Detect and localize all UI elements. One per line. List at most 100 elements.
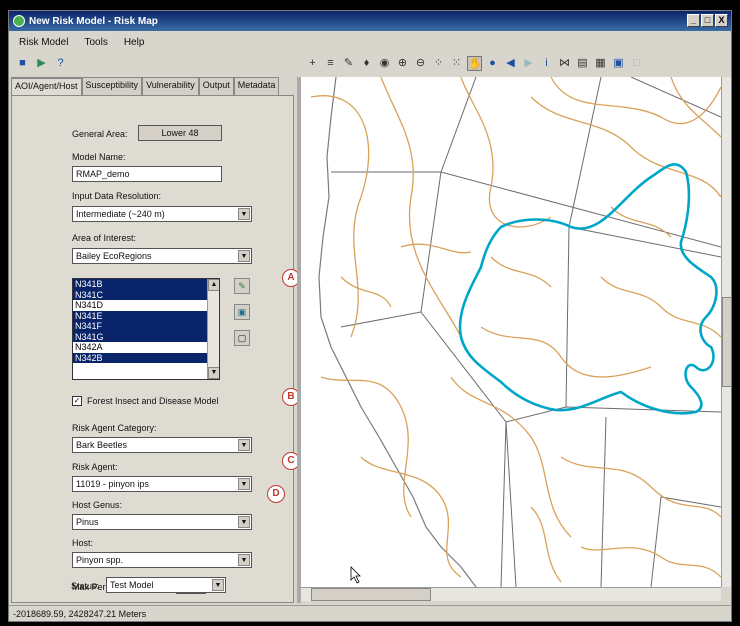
- menu-tools[interactable]: Tools: [84, 37, 107, 48]
- save-icon[interactable]: ■: [15, 56, 30, 71]
- select-on-map-icon[interactable]: ✎: [234, 278, 250, 294]
- list-item[interactable]: N341D: [73, 300, 219, 311]
- select-all-icon[interactable]: ▣: [234, 304, 250, 320]
- run-icon[interactable]: ▶: [34, 56, 49, 71]
- full-extent-icon[interactable]: ●: [485, 56, 500, 71]
- fidm-checkbox[interactable]: ✓: [72, 396, 82, 406]
- host-genus-label: Host Genus:: [72, 500, 123, 510]
- coordinate-readout: -2018689.59, 2428247.21 Meters: [13, 609, 147, 619]
- model-name-input[interactable]: RMAP_demo: [72, 166, 222, 182]
- resolution-select[interactable]: Intermediate (~240 m) ▼: [72, 206, 252, 222]
- crosshair-icon[interactable]: +: [305, 56, 320, 71]
- aoi-item-list: N341B N341C N341D N341E N341F N341G N342A N342B: [73, 279, 219, 363]
- app-icon: [13, 15, 25, 27]
- aoi-value: Bailey EcoRegions: [76, 251, 152, 261]
- host-genus-select[interactable]: Pinus ▼: [72, 514, 252, 530]
- aoi-form: General Area: Lower 48 Model Name: RMAP_…: [11, 95, 294, 603]
- chevron-down-icon[interactable]: ▼: [212, 579, 224, 591]
- risk-agent-select[interactable]: 11019 - pinyon ips ▼: [72, 476, 252, 492]
- model-name-label: Model Name:: [72, 152, 126, 162]
- clear-selection-icon[interactable]: ▢: [234, 330, 250, 346]
- zoom-out-icon[interactable]: ⊖: [413, 56, 428, 71]
- map-horizontal-scroll-thumb[interactable]: [311, 588, 431, 601]
- fidm-checkbox-label: Forest Insect and Disease Model: [87, 396, 219, 406]
- close-button[interactable]: X: [715, 14, 728, 27]
- host-label: Host:: [72, 538, 94, 548]
- fixed-zoom-out-icon[interactable]: ⁙: [449, 56, 464, 71]
- map-view[interactable]: [301, 77, 721, 587]
- list-item[interactable]: N341C: [73, 289, 219, 300]
- agent-category-label: Risk Agent Category:: [72, 423, 157, 433]
- menu-bar: Risk Model Tools Help: [9, 33, 731, 51]
- list-item[interactable]: N341E: [73, 310, 219, 321]
- host-select[interactable]: Pinyon spp. ▼: [72, 552, 252, 568]
- maximize-button[interactable]: □: [701, 14, 714, 27]
- aoi-label: Area of Interest:: [72, 233, 137, 243]
- tab-vulnerability[interactable]: Vulnerability: [142, 77, 199, 95]
- scroll-up-icon[interactable]: ▲: [208, 279, 219, 291]
- forward-icon[interactable]: ▶: [521, 56, 536, 71]
- agent-category-value: Bark Beetles: [76, 440, 128, 450]
- model-panel: AOI/Agent/Host Susceptibility Vulnerabil…: [11, 77, 296, 603]
- list-item[interactable]: N341G: [73, 331, 219, 342]
- table-icon[interactable]: ▦: [593, 56, 608, 71]
- chevron-down-icon[interactable]: ▼: [238, 439, 250, 451]
- host-genus-value: Pinus: [76, 517, 99, 527]
- status-bar: -2018689.59, 2428247.21 Meters: [9, 605, 731, 621]
- measure-icon[interactable]: ⋈: [557, 56, 572, 71]
- globe-search-icon[interactable]: ◉: [377, 56, 392, 71]
- risk-agent-label: Risk Agent:: [72, 462, 118, 472]
- scroll-down-icon[interactable]: ▼: [208, 367, 219, 379]
- host-value: Pinyon spp.: [76, 555, 124, 565]
- resolution-label: Input Data Resolution:: [72, 191, 162, 201]
- disk-icon[interactable]: ▣: [611, 56, 626, 71]
- agent-category-select[interactable]: Bark Beetles ▼: [72, 437, 252, 453]
- layers-icon[interactable]: ≡: [323, 56, 338, 71]
- minimize-button[interactable]: _: [687, 14, 700, 27]
- aoi-listbox[interactable]: N341B N341C N341D N341E N341F N341G N342A N342B…: [72, 278, 220, 380]
- tab-susceptibility[interactable]: Susceptibility: [81, 77, 143, 95]
- resolution-value: Intermediate (~240 m): [76, 209, 165, 219]
- menu-help[interactable]: Help: [124, 37, 145, 48]
- fixed-zoom-in-icon[interactable]: ⁘: [431, 56, 446, 71]
- edit-icon[interactable]: ✎: [341, 56, 356, 71]
- status-label: Status:: [71, 581, 100, 591]
- tab-aoi-agent-host[interactable]: AOI/Agent/Host: [11, 77, 82, 95]
- back-icon[interactable]: ◀: [503, 56, 518, 71]
- callout-d: D: [267, 485, 285, 503]
- risk-map-canvas[interactable]: [301, 77, 721, 587]
- tab-metadata[interactable]: Metadata: [233, 77, 280, 95]
- chevron-down-icon[interactable]: ▼: [238, 554, 250, 566]
- map-vertical-scrollbar[interactable]: [721, 77, 731, 587]
- tab-strip: AOI/Agent/Host Susceptibility Vulnerabil…: [11, 77, 280, 95]
- help-icon[interactable]: ?: [53, 56, 68, 71]
- risk-agent-value: 11019 - pinyon ips: [76, 479, 149, 489]
- chevron-down-icon[interactable]: ▼: [238, 478, 250, 490]
- tab-output[interactable]: Output: [198, 77, 234, 95]
- zoom-in-icon[interactable]: ⊕: [395, 56, 410, 71]
- menu-risk-model[interactable]: Risk Model: [19, 37, 68, 48]
- pan-hand-icon[interactable]: ✋: [467, 55, 482, 71]
- window-title: New Risk Model - Risk Map: [29, 15, 158, 27]
- list-item[interactable]: N342B: [73, 352, 219, 363]
- map-vertical-scroll-thumb[interactable]: [722, 297, 731, 387]
- pin-icon[interactable]: ♦: [359, 56, 374, 71]
- chevron-down-icon[interactable]: ▼: [238, 516, 250, 528]
- list-item[interactable]: N341F: [73, 321, 219, 332]
- chart-icon[interactable]: ▤: [575, 56, 590, 71]
- app-window: New Risk Model - Risk Map _ □ X Risk Mod…: [8, 10, 732, 622]
- status-select[interactable]: Test Model ▼: [106, 577, 226, 593]
- general-area-value: Lower 48: [138, 125, 222, 141]
- aoi-select[interactable]: Bailey EcoRegions ▼: [72, 248, 252, 264]
- map-horizontal-scrollbar[interactable]: [301, 587, 721, 601]
- listbox-scrollbar[interactable]: ▲ ▼: [207, 279, 219, 379]
- chevron-down-icon[interactable]: ▼: [238, 250, 250, 262]
- chevron-down-icon[interactable]: ▼: [238, 208, 250, 220]
- list-item[interactable]: N342A: [73, 342, 219, 353]
- status-value: Test Model: [110, 580, 154, 590]
- select-icon[interactable]: □: [629, 56, 644, 71]
- title-bar: New Risk Model - Risk Map _ □ X: [9, 11, 731, 31]
- general-area-label: General Area:: [72, 129, 128, 139]
- list-item[interactable]: N341B: [73, 279, 219, 290]
- info-icon[interactable]: i: [539, 56, 554, 71]
